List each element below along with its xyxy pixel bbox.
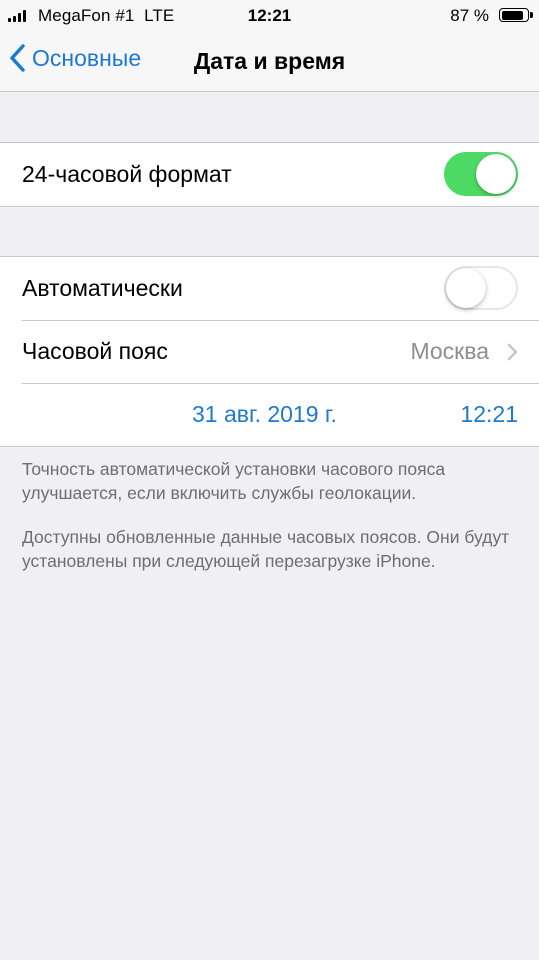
battery-cap [530,12,533,18]
timezone-value: Москва [410,338,489,364]
battery-icon [499,8,529,22]
toggle-knob [446,268,486,308]
time-value[interactable]: 12:21 [460,401,518,428]
status-bar: MegaFon #1 LTE 12:21 87 % [0,0,539,32]
navigation-bar: Основные Дата и время [0,32,539,92]
footnote-geolocation: Точность автоматической установки часово… [22,459,446,503]
toggle-knob [476,154,516,194]
page-title: Дата и время [193,48,346,74]
toggle-24-hour-format[interactable] [444,152,518,196]
row-set-automatically: Автоматически [0,257,539,320]
battery-fill [501,10,524,20]
chevron-right-icon [507,343,518,361]
row-label-automatic: Автоматически [22,275,183,301]
footnote-timezone-update: Доступны обновленные данные часовых пояс… [22,527,510,571]
row-label-timezone: Часовой пояс [22,338,168,364]
battery-percent: 87 % [450,6,489,25]
row-24-hour-format: 24-часовой формат [0,143,539,206]
row-timezone[interactable]: Часовой пояс Москва [0,320,539,383]
row-label-24-hour: 24-часовой формат [22,161,232,187]
row-date-time: 31 авг. 2019 г. 12:21 [0,383,539,446]
date-value[interactable]: 31 авг. 2019 г. [192,401,337,428]
format-group: 24-часовой формат [0,142,539,207]
time-settings-group: Автоматически Часовой пояс Москва 31 авг… [0,256,539,447]
toggle-set-automatically[interactable] [444,266,518,310]
